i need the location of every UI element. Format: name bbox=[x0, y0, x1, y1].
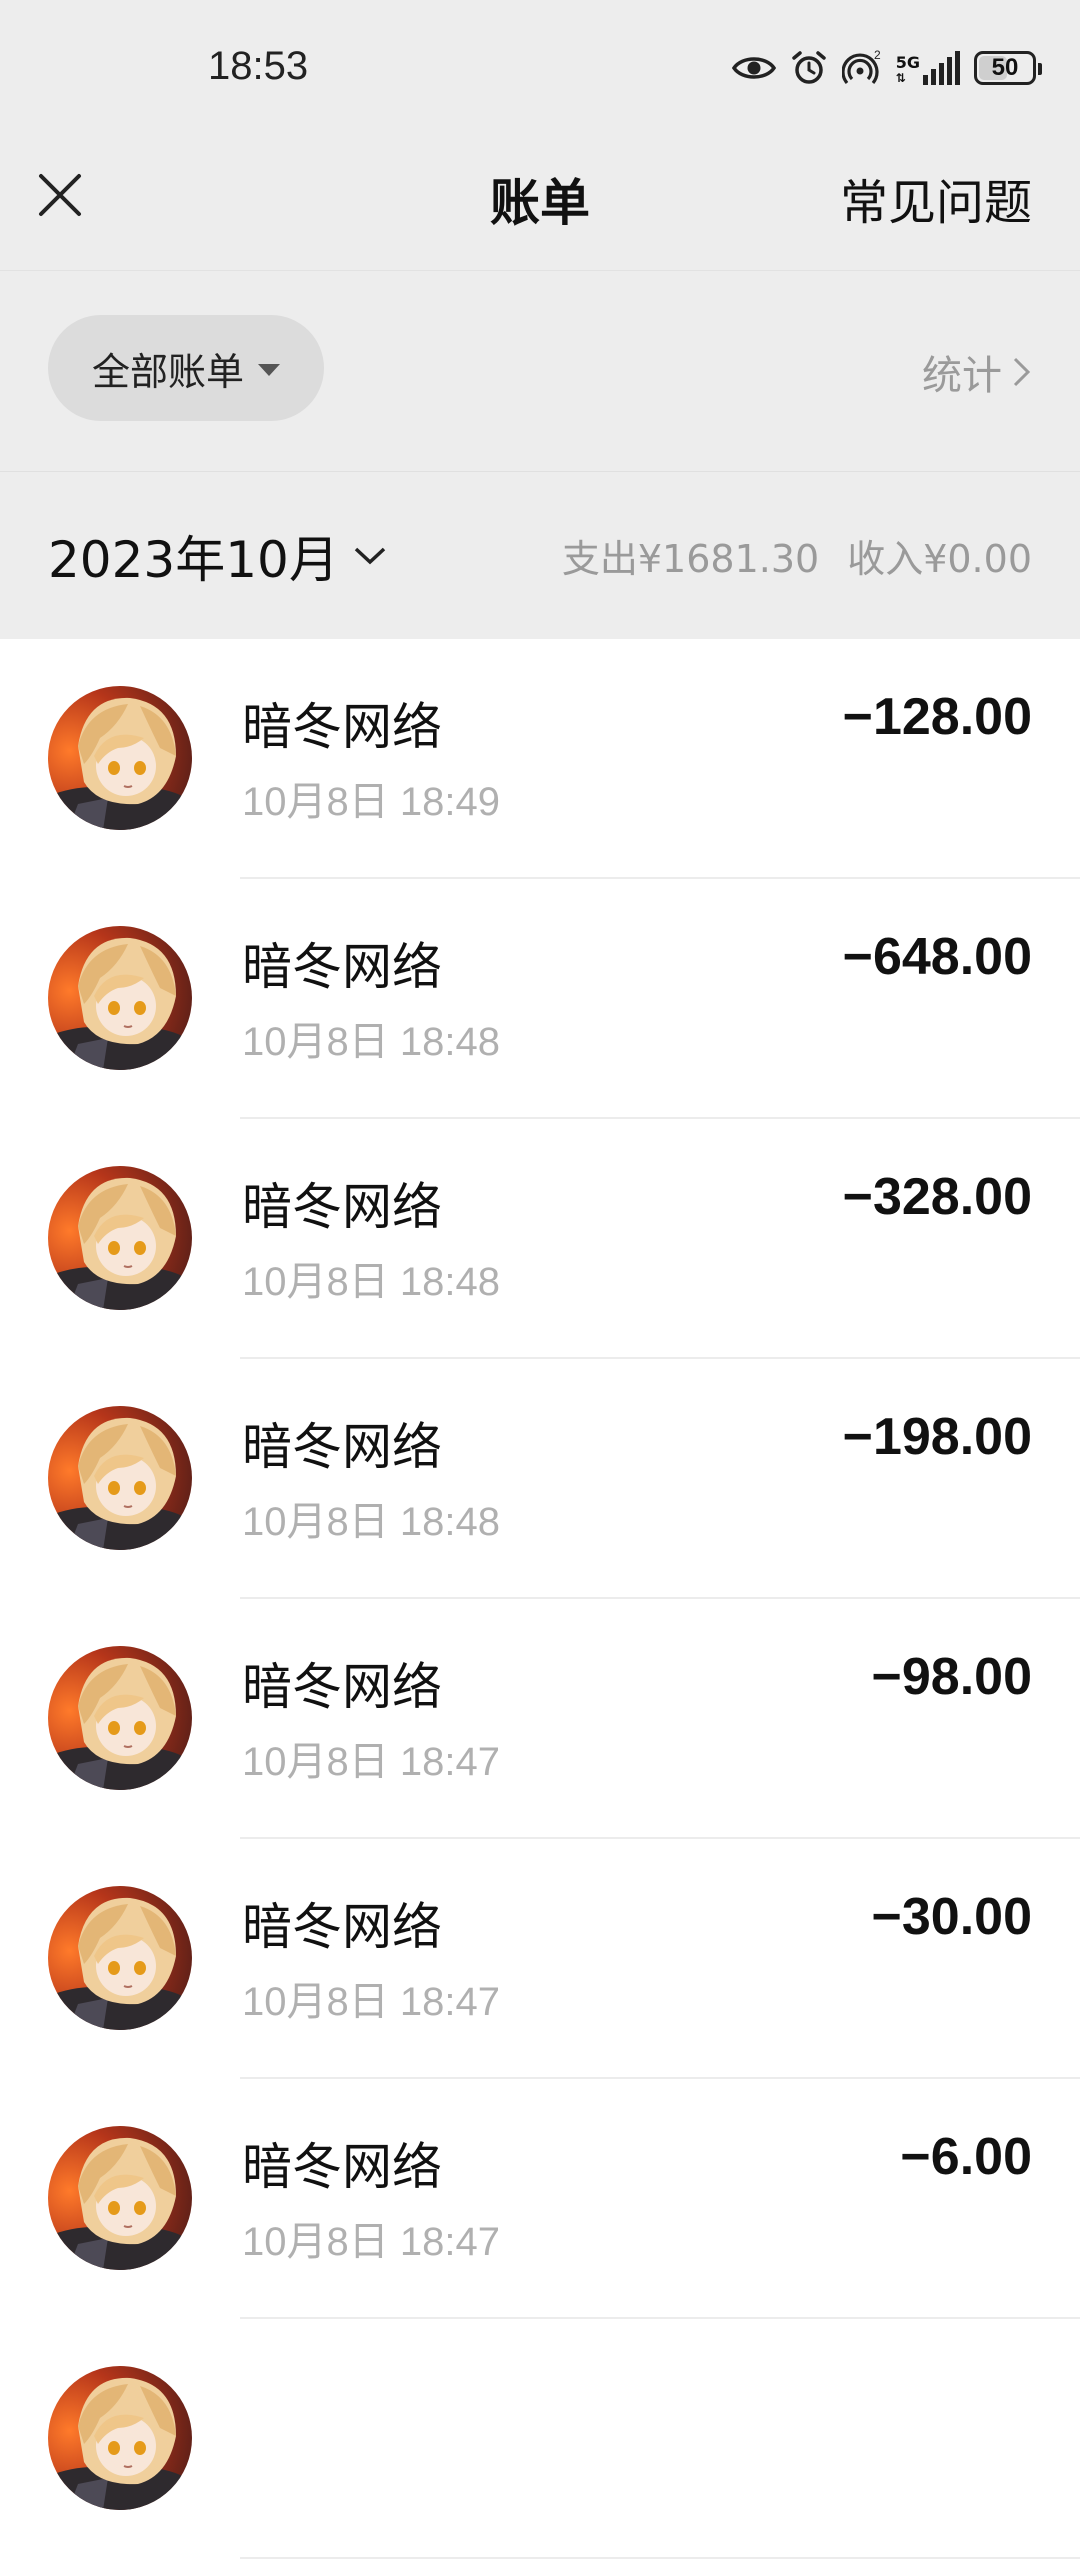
merchant-avatar bbox=[48, 1646, 192, 1790]
transaction-amount: −6.00 bbox=[900, 2128, 1032, 2186]
nav-bar: 账单 常见问题 bbox=[0, 135, 1080, 271]
merchant-avatar bbox=[48, 1406, 192, 1550]
merchant-name: 暗冬网络 bbox=[242, 2138, 442, 2196]
merchant-name: 暗冬网络 bbox=[242, 1658, 442, 1716]
transaction-time: 10月8日 18:48 bbox=[242, 1260, 500, 1304]
transaction-list: 暗冬网络 10月8日 18:49 −128.00 暗冬网络 10月8日 18:4… bbox=[0, 639, 1080, 2559]
transaction-time: 10月8日 18:48 bbox=[242, 1500, 500, 1544]
merchant-avatar bbox=[48, 1886, 192, 2030]
merchant-avatar bbox=[48, 2366, 192, 2510]
transaction-time: 10月8日 18:48 bbox=[242, 1020, 500, 1064]
month-summary: 支出¥1681.30 收入¥0.00 bbox=[562, 528, 1032, 583]
transaction-row[interactable]: 暗冬网络 10月8日 18:47 −6.00 bbox=[0, 2079, 1080, 2319]
alarm-icon bbox=[791, 51, 826, 84]
transaction-amount: −128.00 bbox=[842, 688, 1032, 746]
battery-icon: 50 bbox=[974, 51, 1042, 85]
transaction-row[interactable]: 暗冬网络 10月8日 18:48 −198.00 bbox=[0, 1359, 1080, 1599]
bill-filter-label: 全部账单 bbox=[91, 349, 244, 394]
transaction-amount: −30.00 bbox=[871, 1888, 1033, 1946]
status-icons: 2 5G ⇅ 50 bbox=[731, 44, 1042, 92]
transaction-time: 10月8日 18:49 bbox=[242, 780, 500, 824]
merchant-name: 暗冬网络 bbox=[242, 1898, 442, 1956]
expense-total: 支出¥1681.30 bbox=[561, 537, 820, 581]
transaction-time: 10月8日 18:47 bbox=[242, 1740, 500, 1784]
transaction-row[interactable]: 暗冬网络 10月8日 18:47 −98.00 bbox=[0, 1599, 1080, 1839]
merchant-avatar bbox=[48, 2126, 192, 2270]
transaction-row[interactable]: 暗冬网络 10月8日 18:48 −648.00 bbox=[0, 879, 1080, 1119]
eye-icon bbox=[731, 57, 776, 79]
merchant-avatar bbox=[48, 926, 192, 1070]
month-label: 2023年10月 bbox=[48, 531, 339, 589]
month-bar: 2023年10月 支出¥1681.30 收入¥0.00 bbox=[0, 471, 1080, 640]
transaction-amount: −648.00 bbox=[842, 928, 1032, 986]
merchant-name: 暗冬网络 bbox=[242, 698, 442, 756]
stats-link[interactable]: 统计 bbox=[922, 343, 1032, 401]
transaction-amount: −198.00 bbox=[842, 1408, 1032, 1466]
bill-filter-dropdown[interactable]: 全部账单 bbox=[48, 315, 324, 421]
merchant-name: 暗冬网络 bbox=[242, 938, 442, 996]
faq-link[interactable]: 常见问题 bbox=[840, 163, 1032, 233]
merchant-avatar bbox=[48, 686, 192, 830]
transaction-row[interactable]: 暗冬网络 10月8日 18:49 −128.00 bbox=[0, 639, 1080, 879]
status-bar: 18:53 2 5G ⇅ 50 bbox=[0, 0, 1080, 135]
transaction-amount: −328.00 bbox=[842, 1168, 1032, 1226]
transaction-time: 10月8日 18:47 bbox=[242, 1980, 500, 2024]
filter-bar: 全部账单 统计 bbox=[0, 271, 1080, 471]
transaction-row[interactable]: 暗冬网络 10月8日 18:48 −328.00 bbox=[0, 1119, 1080, 1359]
merchant-avatar bbox=[48, 1166, 192, 1310]
network-type: 5G bbox=[895, 53, 920, 72]
month-picker[interactable]: 2023年10月 bbox=[48, 520, 387, 592]
battery-level: 50 bbox=[991, 54, 1019, 81]
chevron-down-icon bbox=[354, 547, 386, 565]
transaction-row[interactable]: 暗冬网络 10月8日 18:47 −30.00 bbox=[0, 1839, 1080, 2079]
transaction-row[interactable] bbox=[0, 2319, 1080, 2559]
close-icon bbox=[39, 174, 81, 216]
merchant-name: 暗冬网络 bbox=[242, 1418, 442, 1476]
status-time: 18:53 bbox=[208, 44, 309, 88]
merchant-name: 暗冬网络 bbox=[242, 1178, 442, 1236]
income-total: 收入¥0.00 bbox=[847, 537, 1032, 581]
hotspot-icon: 2 bbox=[841, 49, 881, 85]
transaction-time: 10月8日 18:47 bbox=[242, 2220, 500, 2264]
signal-icon: 5G ⇅ bbox=[896, 51, 960, 85]
stats-label: 统计 bbox=[922, 353, 1002, 399]
close-button[interactable] bbox=[30, 165, 90, 225]
transaction-amount: −98.00 bbox=[871, 1648, 1033, 1706]
sim-index: 2 bbox=[874, 49, 881, 62]
caret-down-icon bbox=[258, 364, 280, 376]
chevron-right-icon bbox=[1013, 357, 1031, 387]
